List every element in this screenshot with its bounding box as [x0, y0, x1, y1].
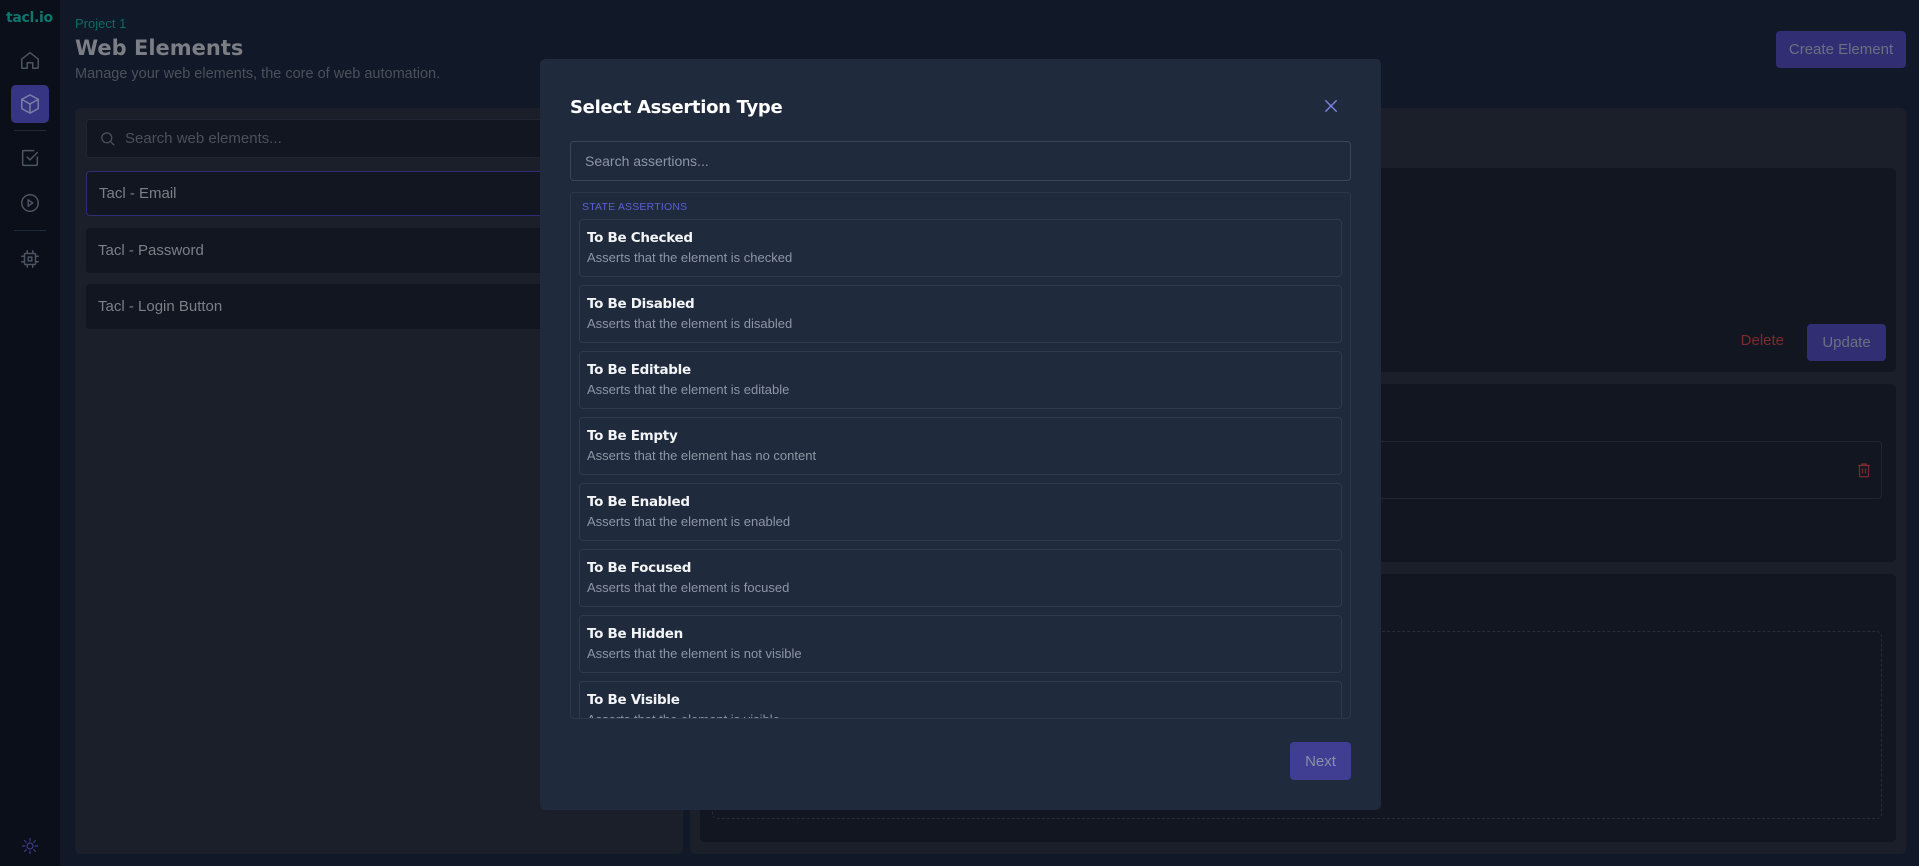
assertion-option[interactable]: To Be Checked Asserts that the element i…	[579, 219, 1342, 277]
breadcrumb[interactable]: Project 1	[75, 16, 126, 31]
assertion-list[interactable]: STATE ASSERTIONS To Be Checked Asserts t…	[570, 192, 1351, 719]
assertion-description: Asserts that the element is checked	[587, 250, 793, 265]
assertion-description: Asserts that the element is editable	[587, 382, 790, 397]
logo: tacl.io	[6, 10, 53, 26]
sidebar-divider	[14, 230, 46, 231]
play-circle-icon	[21, 194, 39, 212]
assertion-name: To Be Empty	[587, 428, 678, 444]
next-button[interactable]: Next	[1290, 742, 1351, 780]
assertion-option[interactable]: To Be Disabled Asserts that the element …	[579, 285, 1342, 343]
assertion-name: To Be Enabled	[587, 494, 690, 510]
delete-button[interactable]: Delete	[1741, 332, 1784, 349]
home-icon	[21, 51, 39, 69]
delete-locator-button[interactable]	[1855, 461, 1873, 479]
update-button[interactable]: Update	[1807, 324, 1886, 361]
assertion-option[interactable]: To Be Enabled Asserts that the element i…	[579, 483, 1342, 541]
assertion-name: To Be Focused	[587, 560, 692, 576]
assertion-description: Asserts that the element is visible	[587, 712, 1341, 718]
search-icon	[101, 132, 115, 146]
assertion-description: Asserts that the element is disabled	[587, 316, 793, 331]
assertion-description: Asserts that the element is not visible	[587, 646, 802, 661]
assertion-name: To Be Disabled	[587, 296, 695, 312]
assertion-option[interactable]: To Be Empty Asserts that the element has…	[579, 417, 1342, 475]
assertion-description: Asserts that the element is enabled	[587, 514, 791, 529]
sidebar-divider	[14, 130, 46, 131]
assertion-option[interactable]: To Be Visible Asserts that the element i…	[579, 681, 1342, 718]
sidebar-item-test-cases[interactable]	[11, 139, 49, 177]
sidebar-item-home[interactable]	[11, 41, 49, 79]
assertion-option[interactable]: To Be Focused Asserts that the element i…	[579, 549, 1342, 607]
create-element-button[interactable]: Create Element	[1776, 31, 1906, 68]
assertion-description: Asserts that the element is focused	[587, 580, 790, 595]
page-title: Web Elements	[75, 36, 244, 60]
assertion-search-input[interactable]	[570, 141, 1351, 181]
cube-icon	[21, 94, 39, 114]
checkbox-icon	[21, 149, 39, 167]
sun-icon	[21, 837, 39, 855]
assertion-name: To Be Hidden	[587, 626, 683, 642]
page-subtitle: Manage your web elements, the core of we…	[75, 66, 441, 82]
sidebar-item-runs[interactable]	[11, 184, 49, 222]
assertion-description: Asserts that the element has no content	[587, 448, 817, 463]
trash-icon	[1858, 463, 1870, 478]
sidebar-item-settings[interactable]	[11, 240, 49, 278]
assertion-name: To Be Checked	[587, 230, 693, 246]
theme-toggle-button[interactable]	[18, 834, 42, 858]
assertion-option[interactable]: To Be Editable Asserts that the element …	[579, 351, 1342, 409]
assertion-name: To Be Visible	[587, 692, 680, 708]
close-icon	[1325, 100, 1337, 112]
select-assertion-modal: Select Assertion Type STATE ASSERTIONS T…	[540, 59, 1381, 810]
assertion-group-label: STATE ASSERTIONS	[582, 201, 688, 213]
chip-icon	[21, 250, 39, 268]
sidebar-item-web-elements[interactable]	[11, 85, 49, 123]
assertion-option[interactable]: To Be Hidden Asserts that the element is…	[579, 615, 1342, 673]
modal-title: Select Assertion Type	[570, 97, 783, 118]
modal-close-button[interactable]	[1321, 97, 1341, 117]
sidebar: tacl.io	[0, 0, 60, 866]
assertion-name: To Be Editable	[587, 362, 691, 378]
